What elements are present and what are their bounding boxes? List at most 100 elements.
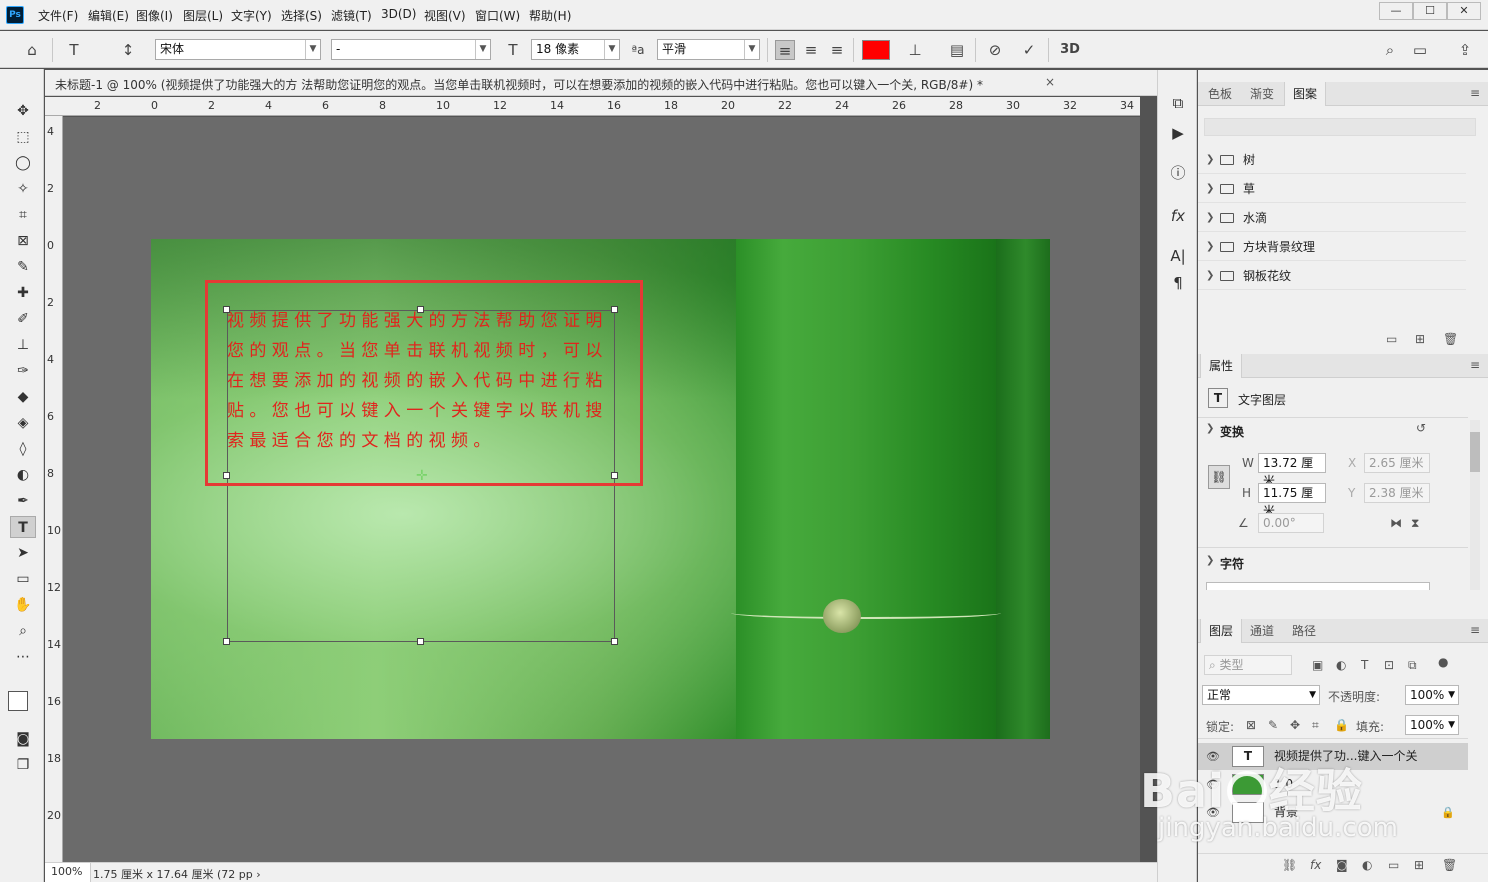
adjustment-layer-icon[interactable]: ◐	[1362, 858, 1372, 872]
quick-mask-icon[interactable]: ◙	[10, 728, 36, 750]
tab-patterns[interactable]: 图案	[1284, 82, 1327, 106]
hand-tool-icon[interactable]: ✋	[10, 594, 36, 616]
lock-transparency-icon[interactable]: ⊠	[1246, 718, 1256, 732]
delete-icon[interactable]: 🗑	[1443, 332, 1458, 346]
visibility-eye-icon[interactable]: 👁	[1206, 743, 1220, 770]
properties-scrollbar[interactable]	[1470, 420, 1480, 590]
character-panel-icon[interactable]: ▤	[947, 40, 967, 60]
lasso-tool-icon[interactable]: ◯	[10, 152, 36, 174]
zoom-field[interactable]: 100%	[45, 863, 91, 882]
align-center-icon[interactable]: ≡	[801, 40, 821, 60]
menu-edit[interactable]: 编辑(E)	[88, 7, 129, 24]
font-size-select[interactable]: 18 像素 ▼	[531, 39, 620, 60]
layer-kind-filter[interactable]: ⌕ 类型	[1204, 655, 1292, 675]
reset-transform-icon[interactable]: ↺	[1416, 421, 1426, 435]
maximize-button[interactable]: ☐	[1413, 2, 1447, 20]
type-tool-icon[interactable]: T	[10, 516, 36, 538]
menu-window[interactable]: 窗口(W)	[475, 7, 520, 24]
text-orientation-icon[interactable]: ↕	[118, 40, 138, 60]
menu-3d[interactable]: 3D(D)	[381, 7, 416, 21]
add-mask-icon[interactable]: ◙	[1336, 858, 1348, 872]
lock-all-icon[interactable]: 🔒	[1334, 718, 1349, 732]
pattern-group[interactable]: ❯ 草	[1198, 175, 1466, 203]
pattern-group[interactable]: ❯ 水滴	[1198, 204, 1466, 232]
new-pattern-icon[interactable]: ⊞	[1415, 332, 1425, 346]
filter-toggle-icon[interactable]: ●	[1438, 655, 1448, 669]
eraser-tool-icon[interactable]: ◆	[10, 386, 36, 408]
share-icon[interactable]: ⇪	[1455, 40, 1475, 60]
home-icon[interactable]: ⌂	[22, 40, 42, 60]
history-brush-tool-icon[interactable]: ✑	[10, 360, 36, 382]
tab-layers[interactable]: 图层	[1200, 619, 1243, 643]
fill-field[interactable]: 100% ▼	[1405, 715, 1459, 735]
eyedropper-tool-icon[interactable]: ✎	[10, 256, 36, 278]
history-icon[interactable]: ⧉	[1166, 92, 1190, 114]
pattern-search-field[interactable]	[1204, 118, 1476, 136]
panel-menu-icon[interactable]: ≡	[1470, 623, 1480, 637]
resize-handle-br[interactable]	[611, 638, 618, 645]
tab-gradients[interactable]: 渐变	[1242, 82, 1282, 106]
close-document-icon[interactable]: ×	[1045, 75, 1055, 89]
angle-field[interactable]: 0.00°	[1258, 513, 1324, 533]
panel-menu-icon[interactable]: ≡	[1470, 358, 1480, 372]
paint-bucket-tool-icon[interactable]: ◈	[10, 412, 36, 434]
font-style-select[interactable]: - ▼	[331, 39, 491, 60]
screen-mode-icon[interactable]: ❐	[10, 754, 36, 776]
crop-tool-icon[interactable]: ⌗	[10, 204, 36, 226]
width-field[interactable]: 13.72 厘米	[1258, 453, 1326, 488]
blur-tool-icon[interactable]: ◊	[10, 438, 36, 460]
magic-wand-tool-icon[interactable]: ✧	[10, 178, 36, 200]
pattern-group[interactable]: ❯ 方块背景纹理	[1198, 233, 1466, 261]
menu-file[interactable]: 文件(F)	[38, 7, 78, 24]
filter-adjustment-icon[interactable]: ◐	[1336, 658, 1346, 672]
menu-filter[interactable]: 滤镜(T)	[331, 7, 372, 24]
new-group-icon[interactable]: ▭	[1388, 858, 1399, 872]
filter-shape-icon[interactable]: ⊡	[1384, 658, 1394, 672]
layer-row[interactable]: 👁 T 视频提供了功...键入一个关	[1198, 743, 1468, 770]
commit-edit-icon[interactable]: ✓	[1019, 40, 1039, 60]
frame-tool-icon[interactable]: ⊠	[10, 230, 36, 252]
height-field[interactable]: 11.75 厘米	[1258, 483, 1326, 518]
panel-menu-icon[interactable]: ≡	[1470, 86, 1480, 100]
healing-brush-tool-icon[interactable]: ✚	[10, 282, 36, 304]
link-layers-icon[interactable]: ⛓	[1282, 858, 1297, 872]
y-field[interactable]: 2.38 厘米	[1364, 483, 1430, 503]
flip-horizontal-icon[interactable]: ⧓	[1390, 516, 1402, 530]
lock-position-icon[interactable]: ✥	[1290, 718, 1300, 732]
horizontal-ruler[interactable]: 2 0 2 4 6 8 10 12 14 16 18 20 22 24 26 28 30 32 34	[45, 97, 1140, 116]
filter-smart-object-icon[interactable]: ⧉	[1408, 658, 1417, 673]
canvas-area[interactable]: 视频提供了功能强大的方法帮助您证明您的观点。当您单击联机视频时，可以在想要添加的…	[63, 117, 1140, 862]
minimize-button[interactable]: —	[1379, 2, 1413, 20]
3d-button[interactable]: 3D	[1058, 40, 1082, 60]
search-icon[interactable]: ⌕	[1380, 40, 1400, 60]
menu-image[interactable]: 图像(I)	[136, 7, 173, 24]
rectangle-tool-icon[interactable]: ▭	[10, 568, 36, 590]
lock-pixels-icon[interactable]: ✎	[1268, 718, 1278, 732]
layer-row[interactable]: 👁 1 0	[1198, 771, 1468, 798]
vertical-ruler[interactable]: 4 2 0 2 4 6 8 10 12 14 16 18 20	[45, 116, 63, 862]
actions-play-icon[interactable]: ▶	[1166, 122, 1190, 144]
text-color-swatch[interactable]	[862, 40, 890, 60]
brush-tool-icon[interactable]: ✐	[10, 308, 36, 330]
new-group-icon[interactable]: ▭	[1386, 332, 1397, 346]
dodge-tool-icon[interactable]: ◐	[10, 464, 36, 486]
marquee-tool-icon[interactable]: ⬚	[10, 126, 36, 148]
resize-handle-bl[interactable]	[223, 638, 230, 645]
clone-stamp-tool-icon[interactable]: ⊥	[10, 334, 36, 356]
menu-type[interactable]: 文字(Y)	[231, 7, 272, 24]
text-tool-preset-icon[interactable]: T	[64, 40, 84, 60]
anti-alias-select[interactable]: 平滑 ▼	[657, 39, 760, 60]
character-font-field[interactable]	[1206, 582, 1430, 590]
tab-properties[interactable]: 属性	[1200, 354, 1243, 378]
menu-select[interactable]: 选择(S)	[281, 7, 322, 24]
pen-tool-icon[interactable]: ✒	[10, 490, 36, 512]
flip-vertical-icon[interactable]: ⧗	[1411, 516, 1419, 531]
visibility-eye-icon[interactable]: 👁	[1206, 799, 1220, 826]
workspace-icon[interactable]: ▭	[1410, 40, 1430, 60]
delete-layer-icon[interactable]: 🗑	[1442, 858, 1457, 872]
align-right-icon[interactable]: ≡	[827, 40, 847, 60]
move-tool-icon[interactable]: ✥	[10, 100, 36, 122]
path-selection-tool-icon[interactable]: ➤	[10, 542, 36, 564]
link-dimensions-icon[interactable]: ⛓	[1208, 465, 1230, 489]
foreground-color-swatch[interactable]	[8, 691, 28, 711]
